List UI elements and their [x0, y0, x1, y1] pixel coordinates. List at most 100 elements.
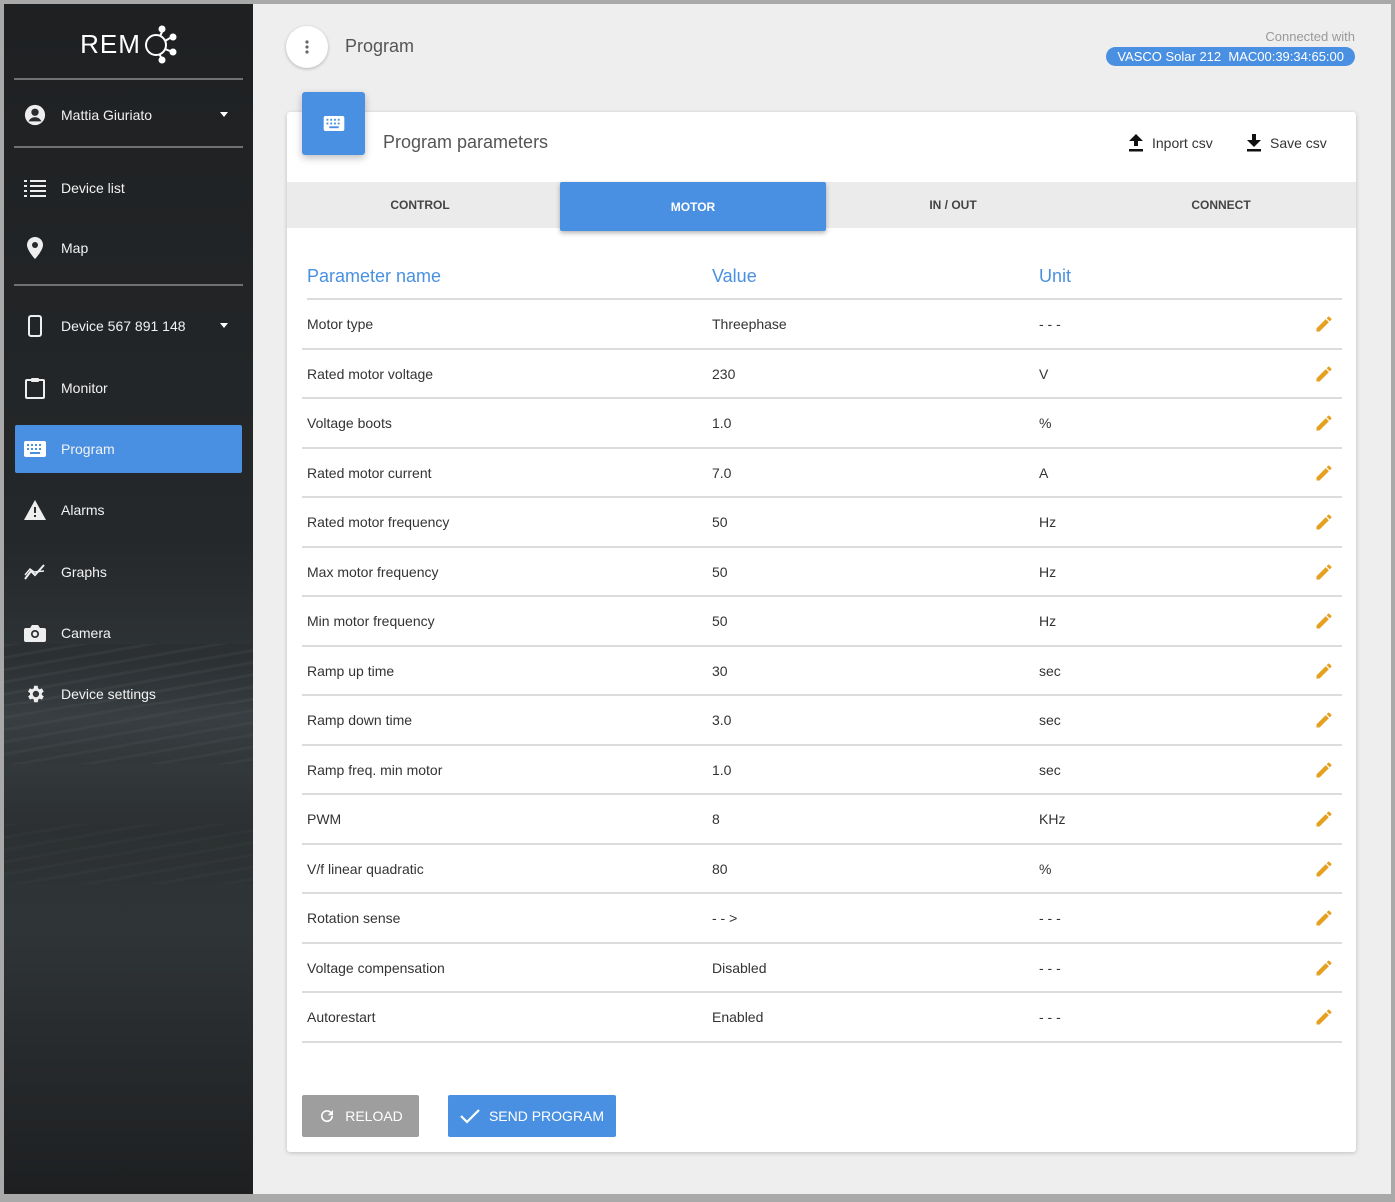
parameter-table: Motor type Threephase - - - Rated motor vo…	[302, 300, 1342, 1043]
param-name: Autorestart	[307, 1009, 376, 1025]
table-row: Ramp up time 30 sec	[302, 647, 1342, 696]
more-menu-button[interactable]	[286, 26, 328, 68]
param-unit: sec	[1039, 662, 1061, 679]
param-value: 7.0	[712, 464, 732, 481]
edit-pencil-icon[interactable]	[1314, 760, 1334, 780]
tab-motor[interactable]: MOTOR	[560, 182, 826, 231]
table-header: Parameter name Value Unit	[307, 266, 1342, 300]
edit-pencil-icon[interactable]	[1314, 958, 1334, 978]
param-name: Max motor frequency	[307, 563, 439, 580]
param-unit: Hz	[1039, 563, 1057, 580]
sidebar-item-label: Monitor	[61, 380, 108, 396]
tab-in-out[interactable]: IN / OUT	[820, 182, 1086, 228]
save-csv-label: Save csv	[1270, 135, 1327, 151]
logo-text: REM	[80, 28, 141, 59]
edit-pencil-icon[interactable]	[1314, 562, 1334, 582]
param-value: 50	[712, 514, 728, 530]
smartphone-icon	[24, 315, 46, 337]
edit-pencil-icon[interactable]	[1314, 314, 1334, 334]
table-row: Rated motor current 7.0 A	[302, 449, 1342, 498]
param-unit: - - -	[1039, 316, 1061, 332]
param-value: 50	[712, 563, 728, 580]
table-row: Min motor frequency 50 Hz	[302, 597, 1342, 647]
param-unit: sec	[1039, 761, 1061, 778]
sidebar-item-alarms[interactable]: Alarms	[15, 486, 242, 534]
chevron-down-icon	[220, 112, 228, 117]
sidebar-item-program[interactable]: Program	[15, 425, 242, 473]
sidebar-item-label: Program	[61, 441, 115, 457]
sidebar-item-camera[interactable]: Camera	[15, 609, 242, 657]
param-name: Ramp freq. min motor	[307, 761, 443, 778]
sidebar-item-label: Device 567 891 148	[61, 318, 186, 334]
download-icon	[1247, 134, 1261, 152]
sidebar-item-label: Map	[61, 240, 89, 256]
tab-connect[interactable]: CONNECT	[1088, 182, 1354, 228]
param-value: 3.0	[712, 712, 732, 728]
edit-pencil-icon[interactable]	[1314, 710, 1334, 730]
edit-pencil-icon[interactable]	[1314, 809, 1334, 829]
save-csv-button[interactable]: Save csv	[1246, 134, 1327, 152]
param-name: V/f linear quadratic	[307, 860, 424, 877]
sidebar-background-wave	[4, 824, 253, 884]
tab-control[interactable]: CONTROL	[287, 182, 553, 228]
chevron-down-icon	[220, 323, 228, 328]
param-name: Ramp up time	[307, 662, 395, 679]
connected-label: Connected with	[1265, 29, 1355, 44]
table-row: Rated motor frequency 50 Hz	[302, 498, 1342, 548]
edit-pencil-icon[interactable]	[1314, 908, 1334, 928]
sidebar-item-device-list[interactable]: Device list	[15, 164, 242, 212]
param-name: Voltage compensation	[307, 959, 445, 976]
sidebar-item-monitor[interactable]: Monitor	[15, 364, 242, 412]
chart-line-icon	[24, 561, 46, 583]
table-row: Autorestart Enabled - - -	[302, 993, 1342, 1043]
sidebar-item-graphs[interactable]: Graphs	[15, 548, 242, 596]
gear-icon	[24, 683, 46, 705]
sidebar-item-map[interactable]: Map	[15, 224, 242, 272]
table-row: Rotation sense - - > - - -	[302, 894, 1342, 944]
map-pin-icon	[24, 237, 46, 259]
app-logo[interactable]: REM	[4, 22, 253, 66]
param-name: Rotation sense	[307, 910, 401, 926]
sidebar-item-label: Device list	[61, 180, 125, 196]
sidebar-item-label: Device settings	[61, 686, 156, 702]
sidebar-item-device[interactable]: Device 567 891 148	[15, 302, 242, 350]
reload-label: RELOAD	[345, 1108, 403, 1124]
more-vert-icon	[305, 40, 309, 54]
send-program-button[interactable]: SEND PROGRAM	[448, 1095, 616, 1137]
edit-pencil-icon[interactable]	[1314, 463, 1334, 483]
edit-pencil-icon[interactable]	[1314, 512, 1334, 532]
param-unit: V	[1039, 365, 1049, 382]
param-unit: %	[1039, 860, 1052, 877]
sidebar: REM Mattia Giuriato Device list Map Devi…	[4, 4, 253, 1194]
param-value: Disabled	[712, 959, 767, 976]
user-name: Mattia Giuriato	[61, 107, 153, 123]
parameter-tabs: CONTROL MOTOR IN / OUT CONNECT	[287, 182, 1356, 231]
sidebar-item-label: Graphs	[61, 564, 107, 580]
check-icon	[460, 1109, 480, 1124]
edit-pencil-icon[interactable]	[1314, 364, 1334, 384]
param-unit: - - -	[1039, 910, 1061, 926]
param-name: Motor type	[307, 316, 374, 332]
param-value: - - >	[712, 910, 738, 926]
param-value: 1.0	[712, 761, 732, 778]
edit-pencil-icon[interactable]	[1314, 1007, 1334, 1027]
edit-pencil-icon[interactable]	[1314, 413, 1334, 433]
param-unit: Hz	[1039, 613, 1057, 629]
list-icon	[24, 177, 46, 199]
import-csv-label: Inport csv	[1152, 135, 1213, 151]
edit-pencil-icon[interactable]	[1314, 611, 1334, 631]
edit-pencil-icon[interactable]	[1314, 661, 1334, 681]
user-menu[interactable]: Mattia Giuriato	[15, 91, 242, 139]
edit-pencil-icon[interactable]	[1314, 859, 1334, 879]
param-value: 50	[712, 613, 728, 629]
param-name: Rated motor frequency	[307, 514, 450, 530]
import-csv-button[interactable]: Inport csv	[1128, 134, 1213, 152]
card-title: Program parameters	[383, 132, 549, 152]
param-unit: A	[1039, 464, 1049, 481]
column-header-value: Value	[712, 266, 757, 286]
upload-icon	[1129, 134, 1143, 152]
sidebar-item-device-settings[interactable]: Device settings	[15, 670, 242, 718]
table-row: Ramp down time 3.0 sec	[302, 696, 1342, 746]
reload-button[interactable]: RELOAD	[302, 1095, 419, 1137]
program-parameters-card: Program parameters Inport csv Save csv C…	[287, 92, 1356, 1152]
